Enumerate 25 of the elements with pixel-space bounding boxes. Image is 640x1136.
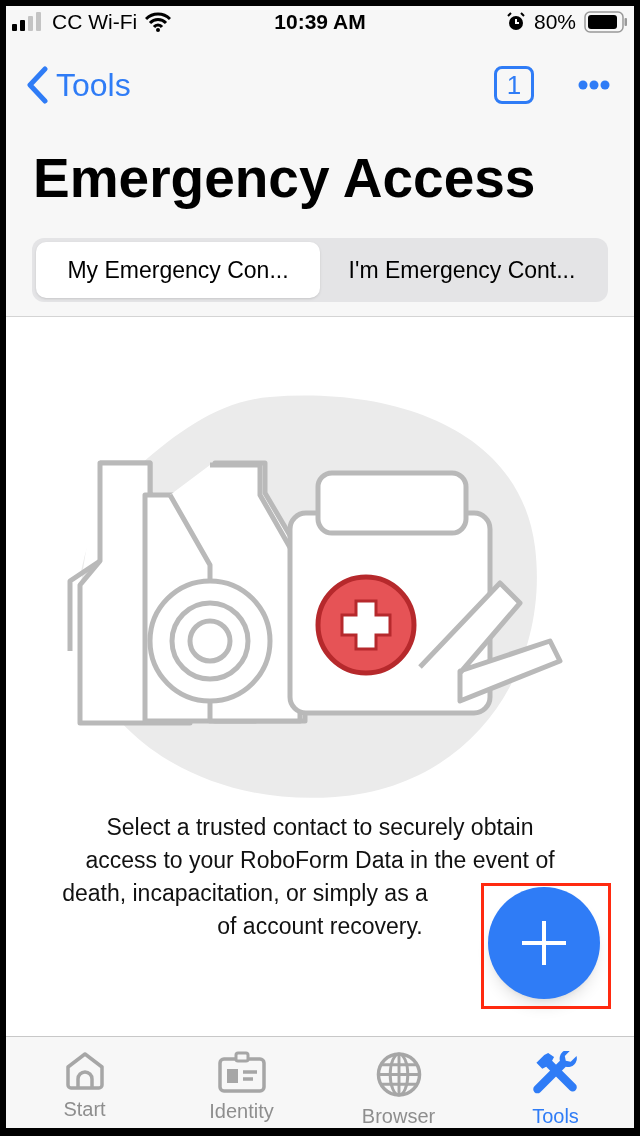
segment-tab[interactable]: I'm Emergency Cont... <box>320 242 604 298</box>
tab-bar-item[interactable]: Identity <box>163 1037 320 1128</box>
description-line: Select a trusted contact to securely obtain <box>106 813 534 842</box>
clock-time: 10:39 AM <box>274 9 366 36</box>
more-icon[interactable] <box>578 80 610 90</box>
chevron-left-icon <box>26 66 48 104</box>
globe-icon <box>374 1051 423 1098</box>
tab-bar-item[interactable]: Start <box>6 1037 163 1128</box>
wifi-icon <box>145 12 172 32</box>
segment-tab[interactable]: My Emergency Con... <box>36 242 320 298</box>
description-line: death, incapacitation, or simply as a <box>62 879 428 908</box>
back-button[interactable]: Tools <box>26 61 131 109</box>
alarm-icon <box>505 12 526 32</box>
tab-count-button[interactable]: 1 <box>494 66 534 104</box>
battery-percent: 80% <box>533 9 576 36</box>
home-icon <box>63 1051 106 1091</box>
description-line: access to your RoboForm Data in the event of <box>85 846 555 875</box>
signal-icon <box>12 12 44 32</box>
tab-bar-item[interactable]: Tools <box>477 1037 634 1128</box>
description-line: of account recovery. <box>217 912 423 941</box>
plus-icon <box>520 919 568 967</box>
id-card-icon <box>217 1051 266 1093</box>
battery-icon <box>584 11 628 33</box>
carrier-name: CC Wi-Fi <box>52 9 138 36</box>
tab-bar-item[interactable]: Browser <box>320 1037 477 1128</box>
